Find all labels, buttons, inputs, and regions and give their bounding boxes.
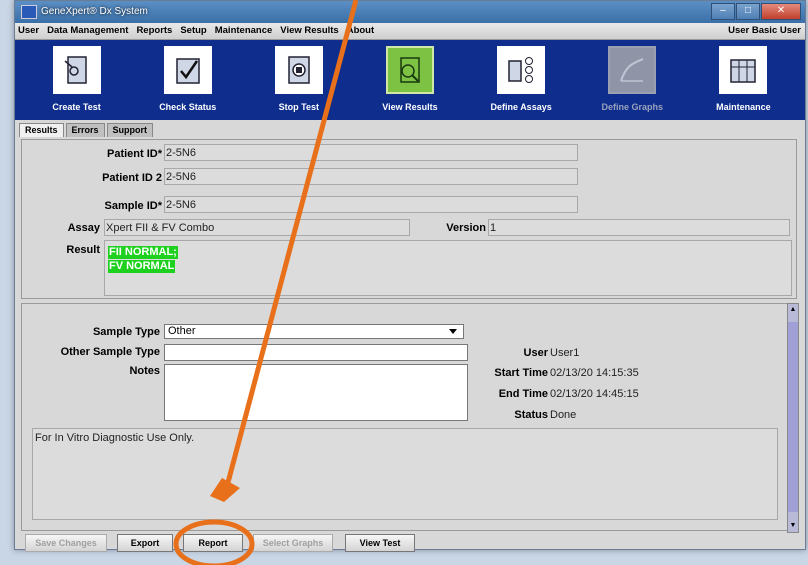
start-time-value: 02/13/20 14:15:35 bbox=[550, 367, 639, 379]
scroll-thumb[interactable] bbox=[788, 322, 798, 512]
results-panel: Patient ID* 2-5N6 Patient ID 2 2-5N6 Sam… bbox=[21, 139, 797, 299]
end-time-value: 02/13/20 14:45:15 bbox=[550, 388, 639, 400]
maintenance-button[interactable]: Maintenance bbox=[697, 40, 789, 112]
bottom-button-bar: Save Changes Export Report Select Graphs… bbox=[15, 531, 805, 552]
define-graphs-icon bbox=[608, 46, 657, 94]
minimize-icon[interactable]: – bbox=[711, 3, 735, 20]
menu-setup[interactable]: Setup bbox=[180, 25, 206, 36]
toolbar-label: Check Status bbox=[159, 102, 217, 112]
chevron-down-icon bbox=[449, 329, 457, 334]
menu-user[interactable]: User bbox=[18, 25, 39, 36]
result-box: FII NORMAL; FV NORMAL bbox=[104, 240, 792, 296]
window-controls: – □ ✕ bbox=[711, 3, 801, 20]
window-title: GeneXpert® Dx System bbox=[41, 6, 148, 17]
assay-label: Assay bbox=[67, 222, 100, 234]
sample-id-label: Sample ID* bbox=[104, 200, 162, 212]
version-label: Version bbox=[446, 222, 486, 234]
toolbar: Create Test Check Status Stop Test View … bbox=[15, 40, 805, 120]
create-test-icon bbox=[52, 46, 101, 94]
stop-test-icon bbox=[274, 46, 323, 94]
version-field: 1 bbox=[488, 219, 790, 236]
save-changes-button: Save Changes bbox=[25, 534, 107, 552]
result-line-1: FII NORMAL; bbox=[108, 246, 178, 259]
status-label: Status bbox=[514, 409, 548, 421]
other-sample-type-label: Other Sample Type bbox=[60, 346, 160, 358]
toolbar-label: Maintenance bbox=[716, 102, 771, 112]
sample-type-value: Other bbox=[168, 325, 196, 337]
tab-results[interactable]: Results bbox=[19, 123, 64, 137]
scroll-down-icon[interactable]: ▼ bbox=[789, 522, 797, 530]
menu-maintenance[interactable]: Maintenance bbox=[215, 25, 273, 36]
patient-id-label: Patient ID* bbox=[106, 148, 162, 160]
scroll-up-icon[interactable]: ▲ bbox=[789, 306, 797, 314]
menu-reports[interactable]: Reports bbox=[136, 25, 172, 36]
toolbar-label: Define Assays bbox=[490, 102, 552, 112]
sample-id-field[interactable]: 2-5N6 bbox=[164, 196, 578, 213]
app-window: GeneXpert® Dx System – □ ✕ User Data Man… bbox=[14, 0, 806, 552]
patient-id2-label: Patient ID 2 bbox=[102, 172, 162, 184]
notes-label: Notes bbox=[129, 365, 160, 377]
define-assays-button[interactable]: Define Assays bbox=[475, 40, 567, 112]
sample-type-label: Sample Type bbox=[92, 326, 160, 338]
user-value: User1 bbox=[550, 347, 580, 359]
view-results-icon bbox=[385, 46, 434, 94]
vertical-scrollbar[interactable]: ▲ ▼ bbox=[787, 303, 799, 533]
menu-bar: User Data Management Reports Setup Maint… bbox=[15, 23, 805, 40]
toolbar-label: View Results bbox=[382, 102, 438, 112]
select-graphs-button: Select Graphs bbox=[253, 534, 333, 552]
toolbar-label: Define Graphs bbox=[601, 102, 664, 112]
define-assays-icon bbox=[497, 46, 546, 94]
report-button[interactable]: Report bbox=[183, 534, 243, 552]
title-bar: GeneXpert® Dx System – □ ✕ bbox=[15, 1, 805, 23]
view-test-button[interactable]: View Test bbox=[345, 534, 415, 552]
patient-id-field[interactable]: 2-5N6 bbox=[164, 144, 578, 161]
view-results-button[interactable]: View Results bbox=[364, 40, 456, 112]
define-graphs-button: Define Graphs bbox=[586, 40, 678, 112]
notes-textarea[interactable] bbox=[164, 364, 468, 421]
check-status-icon bbox=[163, 46, 212, 94]
disclaimer-box: For In Vitro Diagnostic Use Only. bbox=[32, 428, 778, 520]
menu-data-management[interactable]: Data Management bbox=[47, 25, 128, 36]
maintenance-icon bbox=[719, 46, 768, 94]
other-sample-type-input[interactable] bbox=[164, 344, 468, 361]
menu-about[interactable]: About bbox=[347, 25, 374, 36]
create-test-button[interactable]: Create Test bbox=[31, 40, 123, 112]
status-value: Done bbox=[550, 409, 577, 421]
tab-bar: Results Errors Support bbox=[15, 120, 805, 137]
toolbar-label: Create Test bbox=[52, 102, 101, 112]
stop-test-button[interactable]: Stop Test bbox=[253, 40, 345, 112]
export-button[interactable]: Export bbox=[117, 534, 173, 552]
close-icon[interactable]: ✕ bbox=[761, 3, 801, 20]
start-time-label: Start Time bbox=[494, 367, 548, 379]
maximize-icon[interactable]: □ bbox=[736, 3, 760, 20]
end-time-label: End Time bbox=[498, 388, 548, 400]
assay-field: Xpert FII & FV Combo bbox=[104, 219, 410, 236]
result-label: Result bbox=[66, 244, 100, 256]
tab-support[interactable]: Support bbox=[106, 123, 154, 137]
current-user-label: User Basic User bbox=[728, 25, 801, 36]
menu-view-results[interactable]: View Results bbox=[280, 25, 338, 36]
check-status-button[interactable]: Check Status bbox=[142, 40, 234, 112]
tab-errors[interactable]: Errors bbox=[65, 123, 105, 137]
app-icon bbox=[21, 5, 37, 19]
result-line-2: FV NORMAL bbox=[108, 260, 176, 273]
sample-type-select[interactable]: Other bbox=[164, 324, 464, 339]
patient-id2-field[interactable]: 2-5N6 bbox=[164, 168, 578, 185]
toolbar-label: Stop Test bbox=[278, 102, 320, 112]
details-panel: Sample Type Other Other Sample Type Note… bbox=[21, 303, 789, 531]
user-label: User bbox=[523, 347, 548, 359]
